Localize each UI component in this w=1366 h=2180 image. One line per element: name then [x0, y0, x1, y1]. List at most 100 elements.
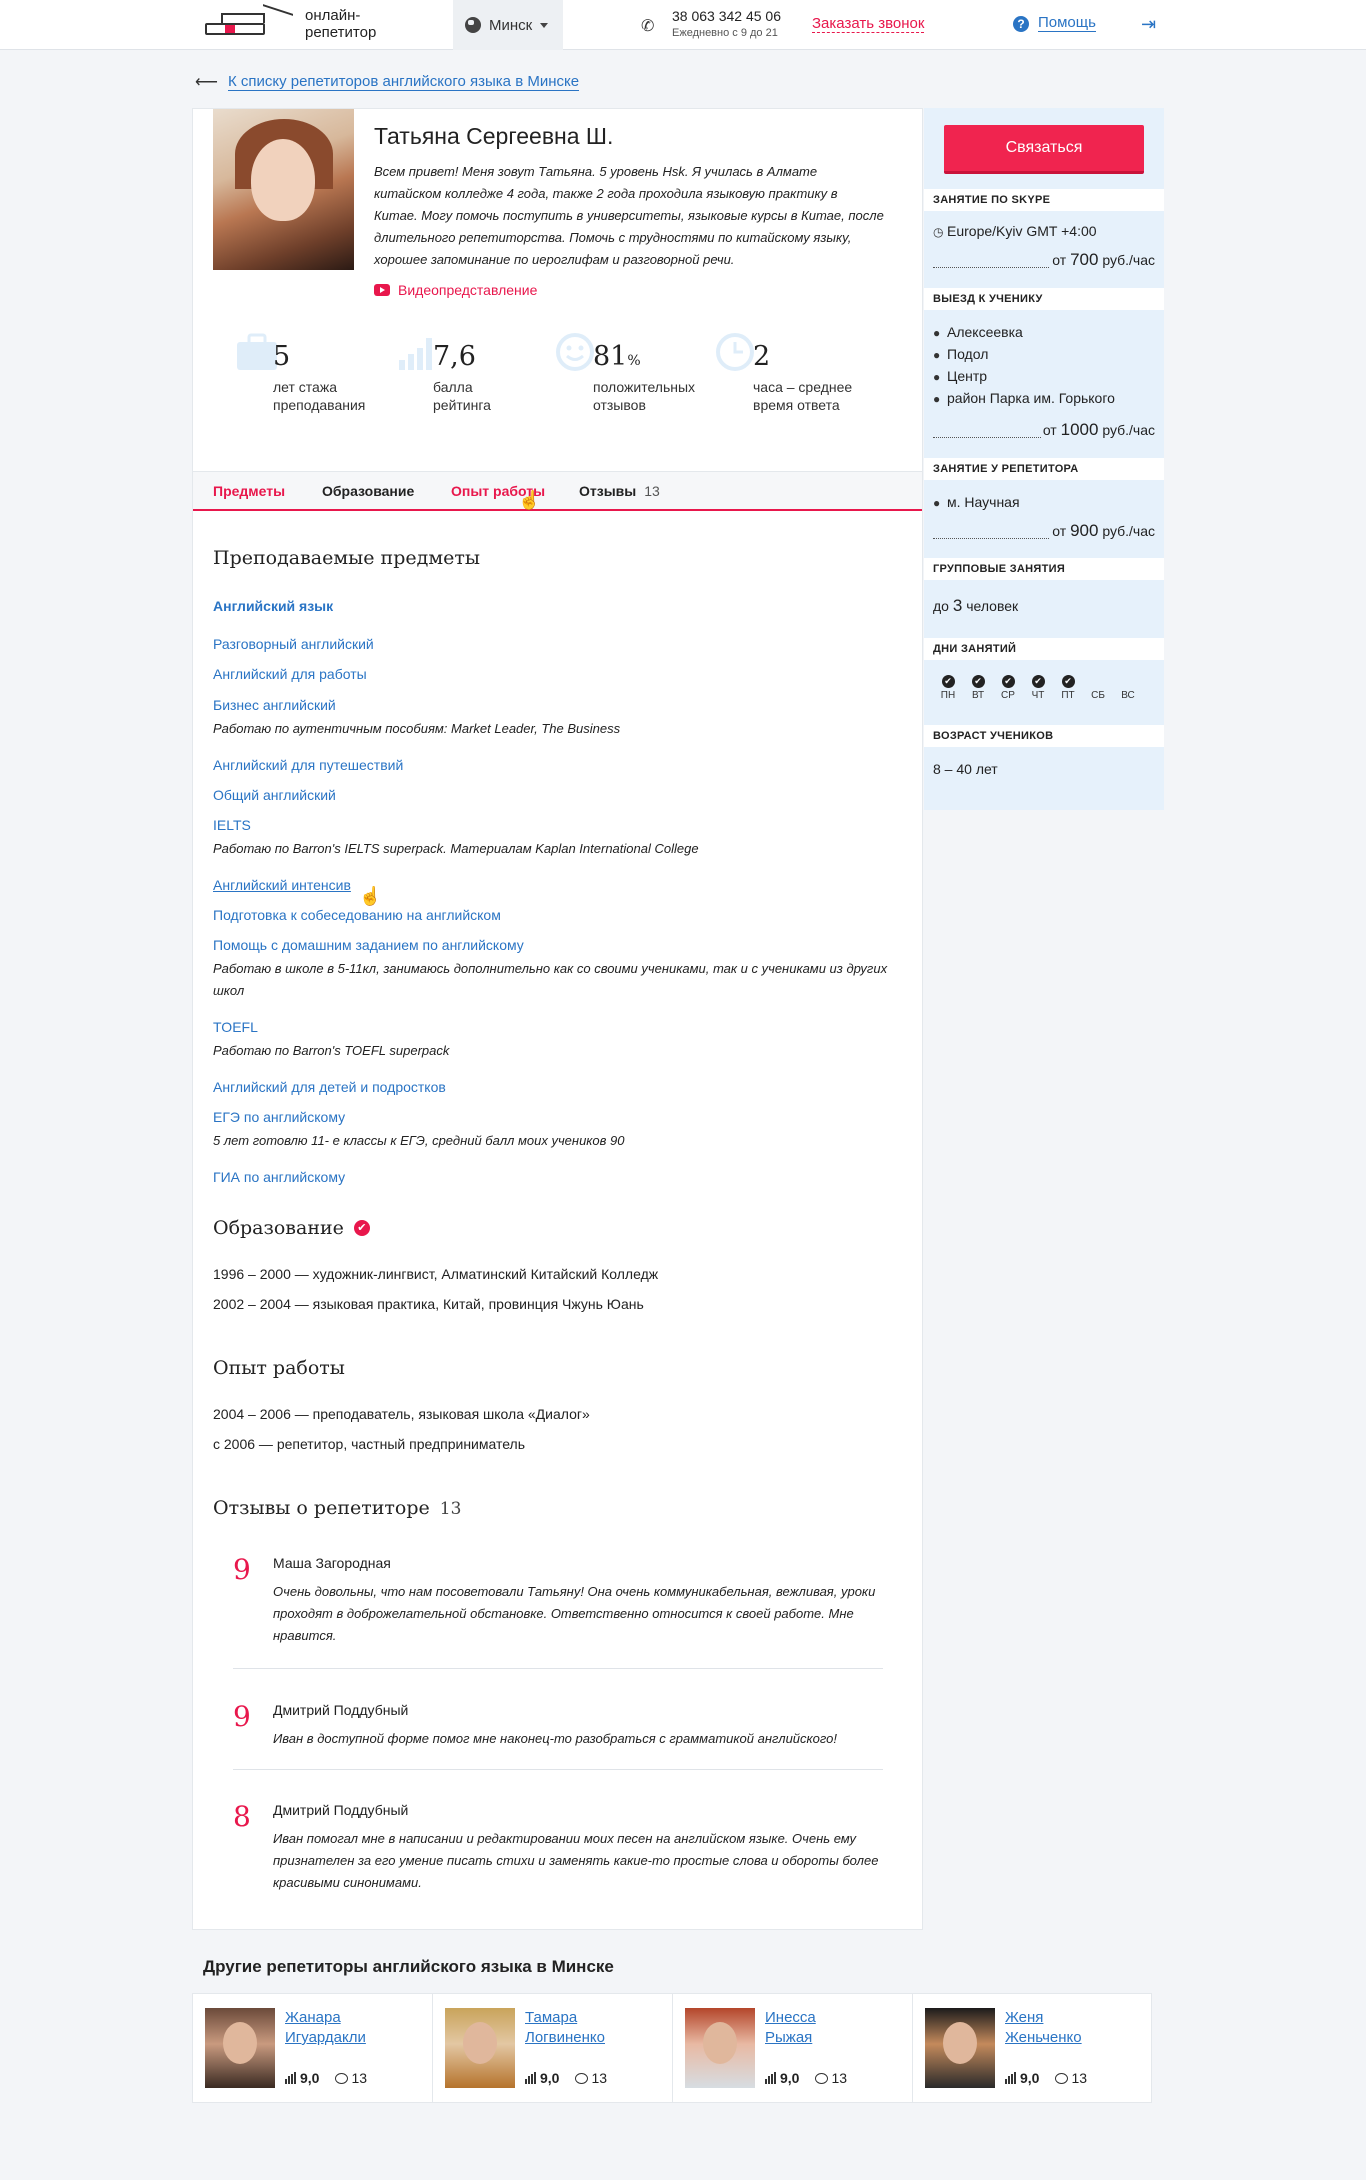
day-sat: СБ [1091, 690, 1105, 701]
avatar [205, 2008, 275, 2088]
back-to-list-link[interactable]: ⟵ К списку репетиторов английского языка … [195, 72, 580, 92]
review-divider [233, 1769, 883, 1770]
review-divider [233, 1668, 883, 1669]
subject-note: 5 лет готовлю 11- е классы к ЕГЭ, средни… [213, 1133, 625, 1148]
subject-item[interactable]: Разговорный английский [213, 636, 374, 652]
review-score: 9 [233, 1700, 251, 1733]
help-link[interactable]: ? Помощь [1013, 15, 1096, 32]
comment-icon [575, 2072, 589, 2084]
other-tutor-name[interactable]: Жанара Игуардакли [285, 2008, 366, 2048]
days-list: ✔ ПН ✔ ВТ ✔ СР ✔ ЧТ ✔ ПТ СБ ВС [933, 675, 1143, 701]
other-tutor-meta: 9,0 13 [1005, 2070, 1087, 2086]
visit-section-title: ВЫЕЗД К УЧЕНИКУ [924, 288, 1164, 310]
hand-cursor-icon: ☝ [518, 490, 541, 510]
reviews-title: Отзывы о репетиторе 13 [213, 1497, 462, 1519]
map-pin-icon: ● [933, 326, 941, 340]
skype-timezone: ◷ Europe/Kyiv GMT +4:00 [933, 223, 1097, 239]
review-author: Маша Загородная [273, 1555, 391, 1571]
other-tutor-name[interactable]: Женя Женьченко [1005, 2008, 1082, 2048]
subject-item[interactable]: Общий английский [213, 787, 336, 803]
day-fri: ✔ ПТ [1061, 675, 1075, 701]
subjects-title: Преподаваемые предметы [213, 547, 480, 569]
review-author: Дмитрий Поддубный [273, 1802, 409, 1818]
youtube-icon [374, 284, 390, 296]
at-tutor-section-title: ЗАНЯТИЕ У РЕПЕТИТОРА [924, 458, 1164, 480]
group-section-title: ГРУППОВЫЕ ЗАНЯТИЯ [924, 558, 1164, 580]
subject-item[interactable]: Подготовка к собеседованию на английском [213, 907, 501, 923]
subject-item[interactable]: ЕГЭ по английскому [213, 1109, 345, 1125]
rating-bars-icon [765, 2072, 776, 2084]
rating-bars-icon [285, 2072, 296, 2084]
other-tutor-meta: 9,0 13 [525, 2070, 607, 2086]
subject-item[interactable]: IELTS [213, 817, 251, 833]
other-tutor-meta: 9,0 13 [765, 2070, 847, 2086]
subject-item[interactable]: TOEFL [213, 1019, 258, 1035]
tutor-profile-card: Татьяна Сергеевна Ш. Всем привет! Меня з… [192, 108, 923, 1930]
reviews-count: 13 [439, 1499, 462, 1519]
other-tutor-card[interactable]: Жанара Игуардакли 9,0 13 [193, 1994, 433, 2102]
visit-place: ● Подол [933, 346, 989, 362]
skype-section-title: ЗАНЯТИЕ ПО SKYPE [924, 189, 1164, 211]
tab-subjects[interactable]: Предметы [213, 483, 285, 499]
tab-reviews[interactable]: Отзывы 13 [579, 483, 660, 499]
city-selector[interactable]: Минск [453, 0, 563, 50]
day-thu: ✔ ЧТ [1031, 675, 1045, 701]
day-wed: ✔ СР [1001, 675, 1015, 701]
subject-item[interactable]: Бизнес английский [213, 697, 336, 713]
logo-icon [203, 4, 299, 41]
age-range: 8 – 40 лет [933, 761, 998, 777]
clock-icon: ◷ [933, 225, 944, 239]
check-icon: ✔ [1061, 675, 1075, 688]
other-tutors-title: Другие репетиторы английского языка в Ми… [203, 1957, 614, 1976]
day-tue: ✔ ВТ [971, 675, 985, 701]
visit-price: от 1000 руб./час [933, 421, 1155, 438]
top-header: онлайн-репетитор Минск ✆ 38 063 342 45 0… [0, 0, 1366, 50]
stat-rating: 7,6 балла рейтинга [399, 338, 491, 414]
subject-item[interactable]: Английский для работы [213, 666, 367, 682]
review-score: 9 [233, 1553, 251, 1586]
avatar [685, 2008, 755, 2088]
phone-icon: ✆ [641, 18, 655, 35]
other-tutor-name[interactable]: Инесса Рыжая [765, 2008, 816, 2048]
check-icon: ✔ [1001, 675, 1015, 688]
age-section-title: ВОЗРАСТ УЧЕНИКОВ [924, 725, 1164, 747]
comment-icon [815, 2072, 829, 2084]
other-tutor-card[interactable]: Инесса Рыжая 9,0 13 [673, 1994, 913, 2102]
tutor-sidebar: Связаться ЗАНЯТИЕ ПО SKYPE ◷ Europe/Kyiv … [924, 108, 1164, 810]
subject-item[interactable]: Английский интенсив [213, 877, 351, 893]
avatar [445, 2008, 515, 2088]
day-sun: ВС [1121, 690, 1135, 701]
other-tutor-card[interactable]: Тамара Логвиненко 9,0 13 [433, 1994, 673, 2102]
visit-place: ● Центр [933, 368, 988, 384]
phone-number[interactable]: 38 063 342 45 06 Ежедневно с 9 до 21 [672, 8, 781, 39]
review-author: Дмитрий Поддубный [273, 1702, 409, 1718]
map-pin-icon: ● [933, 348, 941, 362]
subject-main[interactable]: Английский язык [213, 598, 333, 614]
day-mon: ✔ ПН [940, 675, 956, 701]
group-size: до 3 человек [933, 596, 1019, 615]
other-tutor-name[interactable]: Тамара Логвиненко [525, 2008, 605, 2048]
site-logo[interactable]: онлайн-репетитор [203, 4, 376, 41]
other-tutor-card[interactable]: Женя Женьченко 9,0 13 [913, 1994, 1153, 2102]
tab-education[interactable]: Образование [322, 483, 414, 499]
video-intro-link[interactable]: Видеопредставление [374, 282, 537, 298]
callback-link[interactable]: Заказать звонок [812, 16, 925, 33]
comment-icon [1055, 2072, 1069, 2084]
skype-price: от 700 руб./час [933, 251, 1155, 268]
experience-title: Опыт работы [213, 1357, 345, 1379]
check-icon: ✔ [971, 675, 985, 688]
other-tutor-meta: 9,0 13 [285, 2070, 367, 2086]
contact-button[interactable]: Связаться [944, 125, 1144, 174]
education-item: 1996 – 2000 — художник-лингвист, Алматин… [213, 1266, 659, 1282]
subject-item[interactable]: Английский для путешествий [213, 757, 403, 773]
login-icon[interactable]: ⇥ [1141, 14, 1156, 35]
review-text: Иван в доступной форме помог мне наконец… [273, 1731, 838, 1746]
map-pin-icon: ● [933, 496, 941, 510]
experience-item: 2004 – 2006 — преподаватель, языковая шк… [213, 1406, 590, 1422]
subject-item[interactable]: Английский для детей и подростков [213, 1079, 446, 1095]
days-section-title: ДНИ ЗАНЯТИЙ [924, 638, 1164, 660]
subject-item[interactable]: ГИА по английскому [213, 1169, 345, 1185]
subject-note: Работаю по аутентичным пособиям: Market … [213, 721, 621, 736]
subject-item[interactable]: Помощь с домашним заданием по английском… [213, 937, 524, 953]
visit-place: ● район Парка им. Горького [933, 390, 1115, 406]
